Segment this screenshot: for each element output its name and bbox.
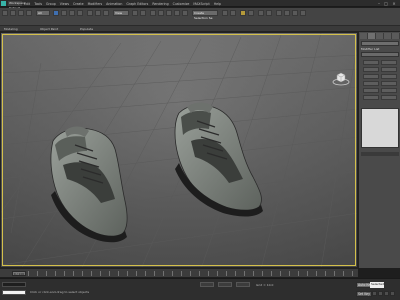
graphite-modeling-icon[interactable] <box>248 10 254 16</box>
track-bar-ticks[interactable] <box>28 271 353 276</box>
maximize-icon[interactable]: □ <box>383 1 389 6</box>
modifier-button[interactable] <box>381 60 397 65</box>
menu-graph-editors[interactable]: Graph Editors <box>126 1 148 7</box>
go-to-end-icon[interactable] <box>384 291 389 296</box>
tab-modify[interactable] <box>368 33 376 39</box>
menu-edit[interactable]: Edit <box>24 1 30 7</box>
modifier-button[interactable] <box>363 88 379 93</box>
curve-editor-icon[interactable] <box>258 10 264 16</box>
tab-create[interactable] <box>360 33 368 39</box>
set-key-button[interactable]: Set Key <box>356 291 373 297</box>
named-selection-set-dropdown[interactable]: Create Selection Se <box>192 10 218 20</box>
modifier-button[interactable] <box>363 81 379 86</box>
mirror-icon[interactable] <box>222 10 228 16</box>
render-production-icon[interactable] <box>300 10 306 16</box>
modifier-list-dropdown[interactable] <box>361 52 399 57</box>
modifier-list-label: Modifier List <box>361 47 380 51</box>
percent-snap-icon[interactable] <box>174 10 180 16</box>
play-icon[interactable] <box>378 291 383 296</box>
command-panel: Modifier List <box>358 32 400 268</box>
render-setup-icon[interactable] <box>284 10 290 16</box>
menu-modifiers[interactable]: Modifiers <box>88 1 103 7</box>
main-toolbar: All View Create Selection Se <box>0 8 400 26</box>
align-icon[interactable] <box>230 10 236 16</box>
pivot-center-icon[interactable] <box>132 10 138 16</box>
key-mode-dropdown[interactable]: Selected <box>370 282 384 288</box>
redo-icon[interactable] <box>10 10 16 16</box>
tab-hierarchy[interactable] <box>376 33 384 39</box>
command-panel-tabs <box>360 33 400 39</box>
material-editor-icon[interactable] <box>276 10 282 16</box>
modifier-button[interactable] <box>381 95 397 100</box>
viewport-scene <box>1 33 357 267</box>
time-configuration-icon[interactable] <box>390 291 395 296</box>
angle-snap-icon[interactable] <box>166 10 172 16</box>
go-to-start-icon[interactable] <box>372 291 377 296</box>
status-bar: Click or click-and-drag to select object… <box>0 278 400 300</box>
menu-views[interactable]: Views <box>60 1 69 7</box>
rotate-icon[interactable] <box>95 10 101 16</box>
close-icon[interactable]: × <box>391 1 397 6</box>
modifier-button[interactable] <box>363 74 379 79</box>
modifier-button[interactable] <box>381 81 397 86</box>
modifier-button[interactable] <box>363 60 379 65</box>
minimize-icon[interactable]: – <box>376 1 382 6</box>
menu-bar: Edit Tools Group Views Create Modifiers … <box>24 1 221 7</box>
menu-create[interactable]: Create <box>73 1 84 7</box>
prompt-line: Click or click-and-drag to select object… <box>30 290 90 294</box>
modifier-button[interactable] <box>381 74 397 79</box>
layer-manager-icon[interactable] <box>240 10 246 16</box>
keyboard-shortcut-icon[interactable] <box>150 10 156 16</box>
undo-icon[interactable] <box>2 10 8 16</box>
perspective-viewport[interactable] <box>0 32 358 268</box>
z-coordinate-field[interactable] <box>236 282 250 287</box>
tab-display[interactable] <box>392 33 400 39</box>
rendered-frame-window-icon[interactable] <box>292 10 298 16</box>
menu-tools[interactable]: Tools <box>34 1 42 7</box>
tab-motion[interactable] <box>384 33 392 39</box>
app-logo-icon[interactable] <box>1 1 6 6</box>
object-name-field[interactable] <box>361 41 399 46</box>
select-manipulate-icon[interactable] <box>140 10 146 16</box>
x-coordinate-field[interactable] <box>200 282 214 287</box>
select-object-icon[interactable] <box>53 10 59 16</box>
viewcube-icon[interactable] <box>332 71 350 87</box>
unlink-icon[interactable] <box>26 10 32 16</box>
modifier-button[interactable] <box>363 95 379 100</box>
modifier-button[interactable] <box>363 67 379 72</box>
title-bar: Workspace: Default Edit Tools Group View… <box>0 0 400 10</box>
menu-animation[interactable]: Animation <box>106 1 122 7</box>
select-by-name-icon[interactable] <box>61 10 67 16</box>
menu-group[interactable]: Group <box>46 1 56 7</box>
reference-coordinate-dropdown[interactable]: View <box>113 10 129 16</box>
spinner-snap-icon[interactable] <box>182 10 188 16</box>
selection-filter-dropdown[interactable]: All <box>36 10 50 16</box>
scale-icon[interactable] <box>103 10 109 16</box>
maxscript-input[interactable] <box>2 290 26 295</box>
modifier-button[interactable] <box>381 88 397 93</box>
move-icon[interactable] <box>87 10 93 16</box>
modifier-stack[interactable] <box>361 108 399 148</box>
stack-toolbar <box>361 152 399 156</box>
time-slider-track: 0 / 100 <box>0 268 358 277</box>
menu-help[interactable]: Help <box>214 1 221 7</box>
rectangular-selection-icon[interactable] <box>69 10 75 16</box>
maxscript-listener-mini[interactable] <box>2 282 26 287</box>
menu-maxscript[interactable]: MAXScript <box>193 1 209 7</box>
y-coordinate-field[interactable] <box>218 282 232 287</box>
snaps-toggle-icon[interactable] <box>158 10 164 16</box>
time-slider[interactable]: 0 / 100 <box>12 271 26 276</box>
menu-rendering[interactable]: Rendering <box>152 1 168 7</box>
workspace-dropdown[interactable]: Workspace: Default <box>8 1 26 10</box>
select-link-icon[interactable] <box>18 10 24 16</box>
grid-spacing: Grid = 10.0 <box>256 283 274 287</box>
schematic-view-icon[interactable] <box>266 10 272 16</box>
modifier-button[interactable] <box>381 67 397 72</box>
window-crossing-icon[interactable] <box>77 10 83 16</box>
menu-customize[interactable]: Customize <box>173 1 190 7</box>
